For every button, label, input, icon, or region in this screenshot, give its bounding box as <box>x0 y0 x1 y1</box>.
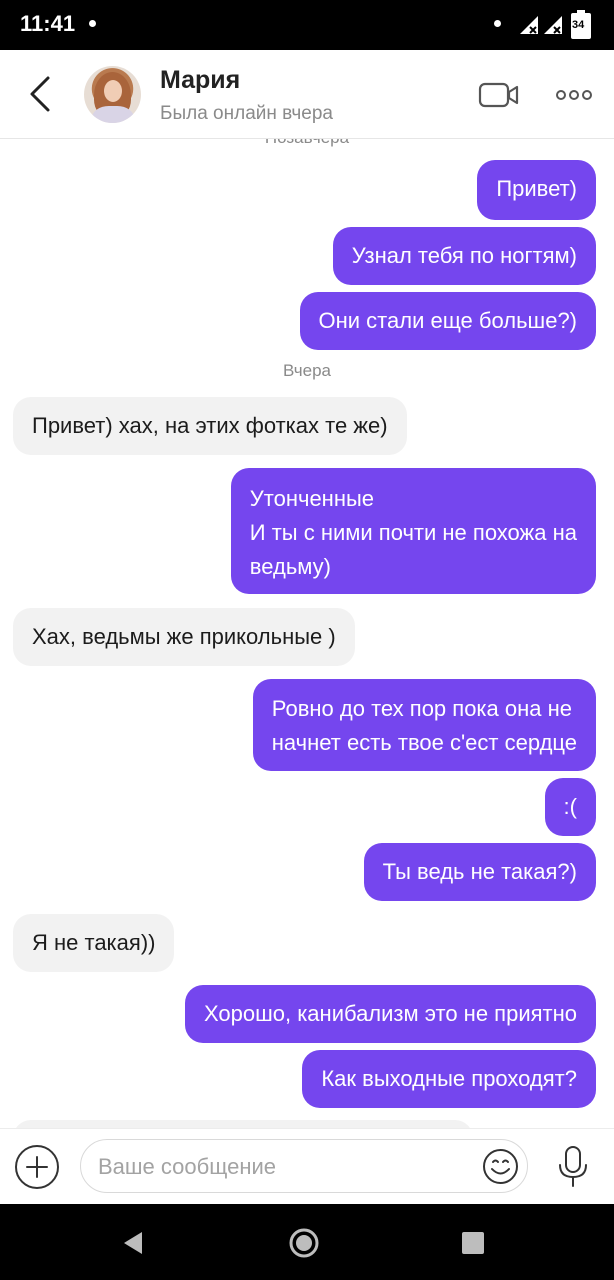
battery-level: 34 <box>572 19 585 31</box>
message-bubble-outgoing[interactable]: Утонченные И ты с ними почти не похожа н… <box>230 468 596 594</box>
message-text: :( <box>563 794 577 819</box>
system-navigation-bar <box>0 1204 614 1280</box>
contact-name[interactable]: Мария <box>160 66 240 95</box>
avatar[interactable] <box>84 66 141 123</box>
microphone-icon[interactable] <box>556 1145 590 1189</box>
message-bubble-incoming-partial[interactable] <box>13 1120 473 1128</box>
message-text: Ты ведь не такая?) <box>382 859 577 884</box>
message-bubble-outgoing[interactable]: Ты ведь не такая?) <box>363 843 596 901</box>
message-text: Они стали еще больше?) <box>318 308 578 333</box>
message-text: Привет) хах, на этих фотках те же) <box>32 413 388 438</box>
message-bubble-incoming[interactable]: Хах, ведьмы же прикольные ) <box>13 608 355 666</box>
contact-status: Была онлайн вчера <box>160 103 333 124</box>
message-text: Привет) <box>496 176 577 201</box>
recents-square-icon[interactable] <box>461 1231 485 1255</box>
notification-dot-icon <box>494 20 501 27</box>
message-text: Хах, ведьмы же прикольные ) <box>32 624 336 649</box>
signal-icon <box>544 16 562 34</box>
message-bubble-incoming[interactable]: Привет) хах, на этих фотках те же) <box>13 397 407 455</box>
message-text: Я не такая)) <box>32 930 156 955</box>
message-text: Хорошо, канибализм это не приятно <box>203 1001 577 1026</box>
message-text-line: ведьму) <box>249 554 331 579</box>
status-bar: 11:41 34 <box>0 0 614 50</box>
home-circle-icon[interactable] <box>289 1228 319 1258</box>
message-bubble-outgoing[interactable]: :( <box>544 778 596 836</box>
smiley-icon[interactable] <box>482 1148 519 1185</box>
chevron-left-icon[interactable] <box>24 74 56 114</box>
message-input-placeholder: Ваше сообщение <box>98 1154 276 1179</box>
message-bubble-outgoing[interactable]: Хорошо, канибализм это не приятно <box>184 985 596 1043</box>
message-text-line: Ровно до тех пор пока она не <box>271 696 573 721</box>
message-text: Узнал тебя по ногтям) <box>351 243 577 268</box>
day-separator: Вчера <box>283 361 331 380</box>
message-bubble-outgoing[interactable]: Ровно до тех пор пока она не начнет есть… <box>252 679 596 771</box>
video-camera-icon[interactable] <box>478 81 520 109</box>
status-time: 11:41 <box>20 11 76 36</box>
message-text: Как выходные проходят? <box>321 1066 577 1091</box>
message-text-line: И ты с ними почти не похожа на <box>249 520 577 545</box>
message-bubble-outgoing[interactable]: Как выходные проходят? <box>302 1050 596 1108</box>
message-input[interactable]: Ваше сообщение <box>80 1139 528 1193</box>
signal-icon <box>520 16 538 34</box>
message-bubble-outgoing[interactable]: Привет) <box>477 160 596 220</box>
message-composer: Ваше сообщение <box>0 1128 614 1205</box>
message-bubble-outgoing[interactable]: Узнал тебя по ногтям) <box>332 227 596 285</box>
chat-header: Мария Была онлайн вчера <box>0 50 614 139</box>
more-dots-icon[interactable] <box>556 88 592 102</box>
notification-dot-icon <box>89 20 96 27</box>
back-triangle-icon[interactable] <box>120 1230 146 1256</box>
message-bubble-incoming[interactable]: Я не такая)) <box>13 914 175 972</box>
day-separator: Позавчера <box>0 138 614 148</box>
message-bubble-outgoing[interactable]: Они стали еще больше?) <box>299 292 596 350</box>
message-text-line: начнет есть твое с'ест сердце <box>271 730 577 755</box>
message-text-line: Утонченные <box>249 486 375 511</box>
plus-circle-icon[interactable] <box>14 1144 60 1190</box>
message-list[interactable]: Позавчера Привет) Узнал тебя по ногтям) … <box>0 138 614 1128</box>
